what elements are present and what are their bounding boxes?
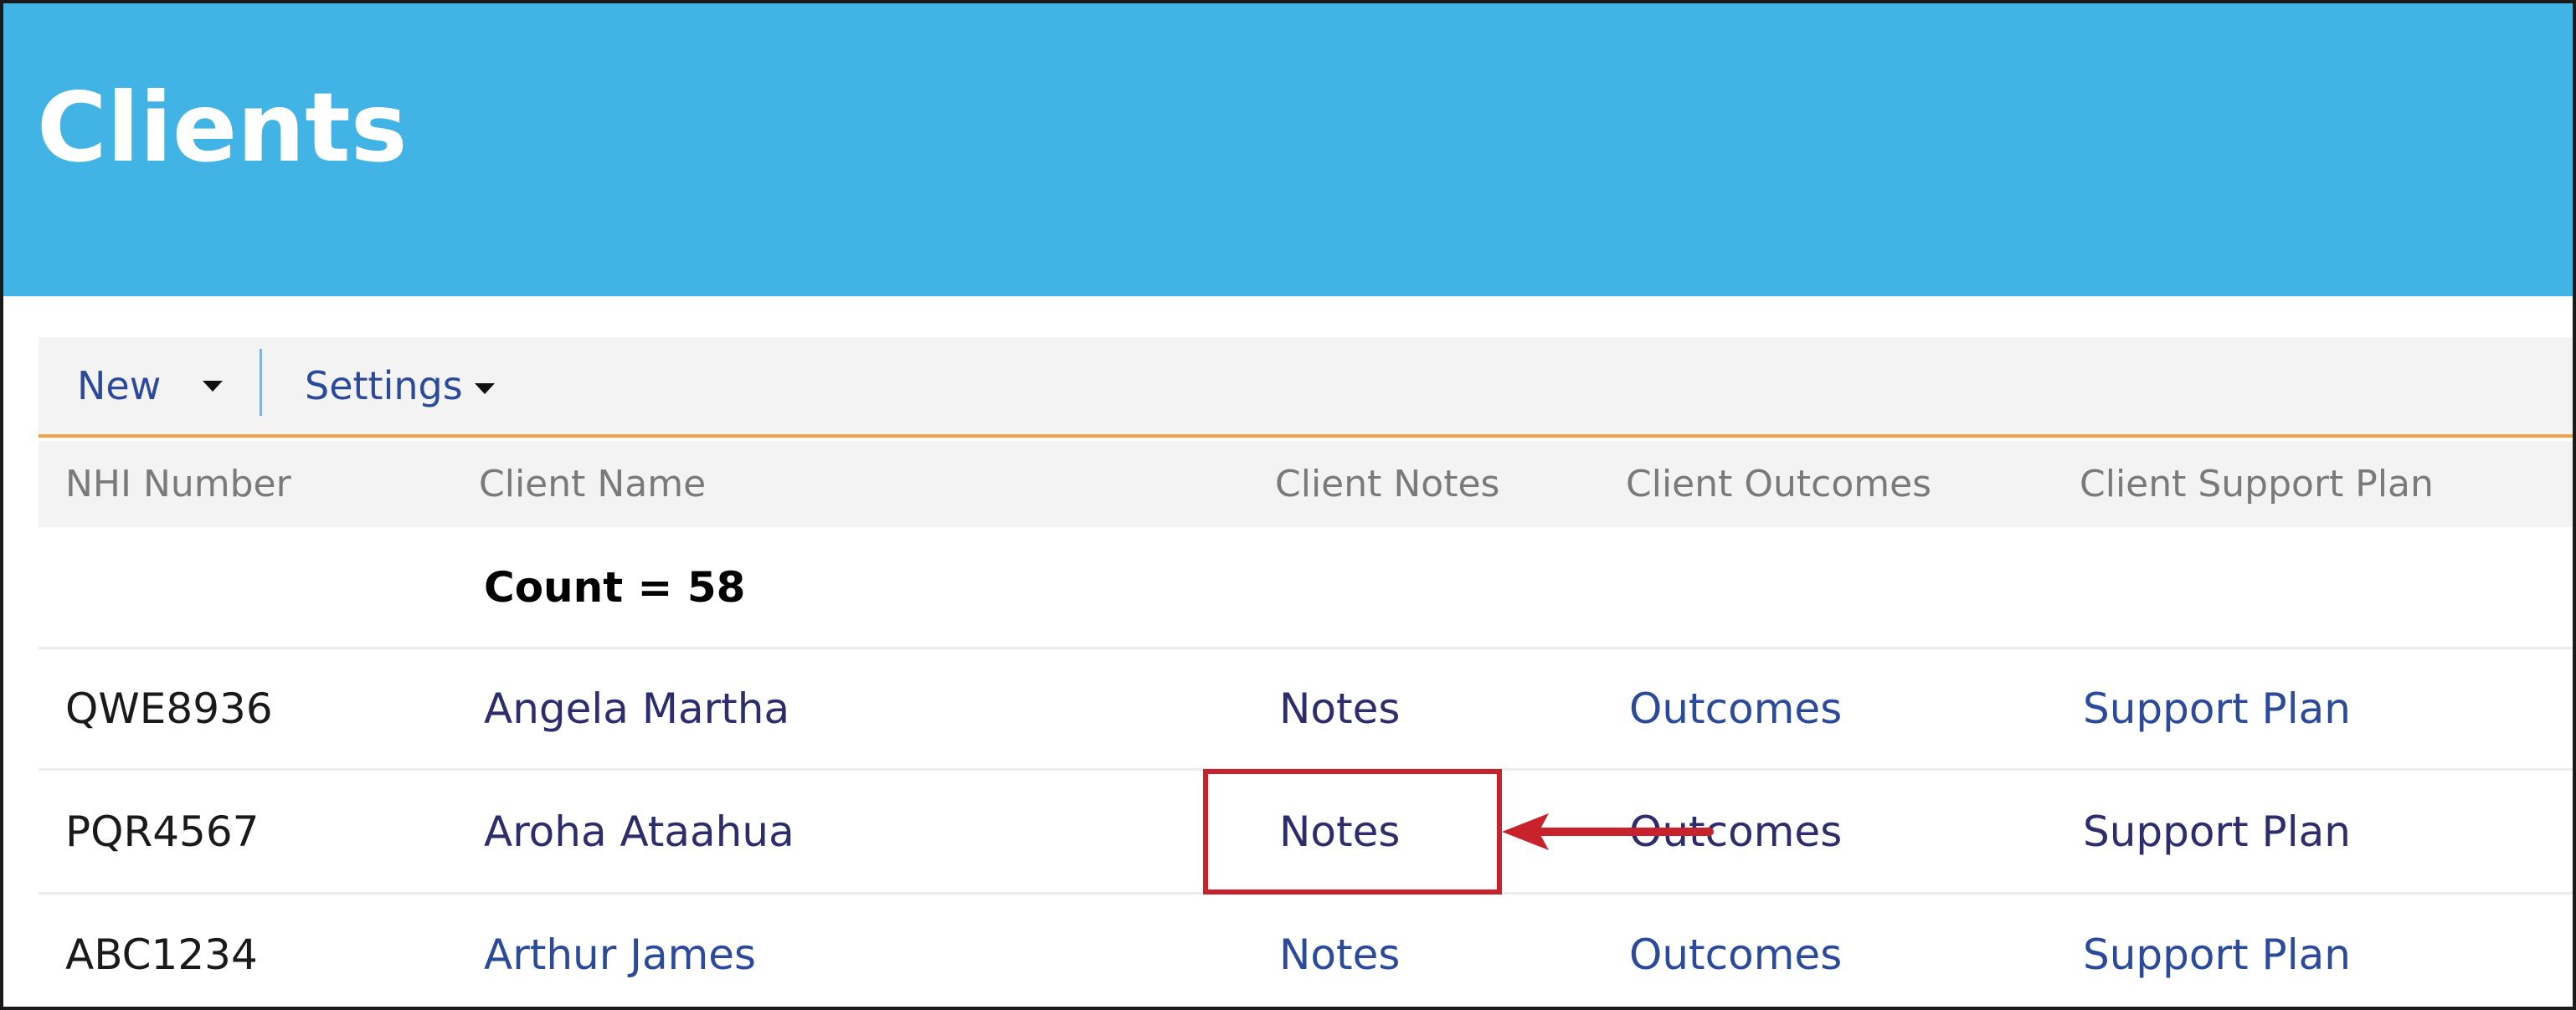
- page-header: Clients: [3, 3, 2573, 296]
- caret-down-icon: [203, 380, 223, 392]
- new-button-label: New: [77, 363, 162, 408]
- notes-link[interactable]: Notes: [1279, 649, 1400, 768]
- client-name-link[interactable]: Arthur James: [484, 895, 756, 1007]
- notes-link[interactable]: Notes: [1279, 895, 1400, 1007]
- support-plan-link[interactable]: Support Plan: [2083, 649, 2351, 768]
- column-header-row: NHI Number Client Name Client Notes Clie…: [39, 441, 2573, 527]
- column-header-client-name[interactable]: Client Name: [479, 441, 706, 527]
- new-dropdown-button[interactable]: [203, 337, 223, 434]
- outcomes-link[interactable]: Outcomes: [1629, 649, 1842, 768]
- new-button[interactable]: New: [77, 337, 161, 434]
- settings-button-label: Settings: [305, 363, 463, 408]
- client-name-link[interactable]: Aroha Ataahua: [484, 771, 794, 892]
- settings-menu-button[interactable]: Settings: [305, 337, 495, 434]
- outcomes-link[interactable]: Outcomes: [1629, 771, 1842, 892]
- nhi-number-cell: PQR4567: [65, 807, 260, 856]
- table-row: QWE8936 Angela Martha Notes Outcomes Sup…: [39, 649, 2573, 771]
- count-row: Count = 58: [39, 527, 2573, 649]
- outcomes-link[interactable]: Outcomes: [1629, 895, 1842, 1007]
- caret-down-icon: [474, 382, 495, 394]
- app-window: Clients New Settings NHI Number Client N…: [0, 0, 2576, 1010]
- toolbar-divider: [260, 349, 262, 416]
- notes-link[interactable]: Notes: [1279, 771, 1400, 892]
- count-label: Count = 58: [484, 527, 745, 647]
- client-name-link[interactable]: Angela Martha: [484, 649, 789, 768]
- nhi-number-cell: QWE8936: [65, 684, 273, 733]
- page-title: Clients: [37, 72, 408, 183]
- toolbar: New Settings: [39, 337, 2573, 438]
- count-text: Count = 58: [484, 562, 746, 612]
- table-row: ABC1234 Arthur James Notes Outcomes Supp…: [39, 895, 2573, 1007]
- support-plan-link[interactable]: Support Plan: [2083, 771, 2351, 892]
- nhi-number-cell: ABC1234: [65, 930, 258, 979]
- column-header-client-outcomes[interactable]: Client Outcomes: [1626, 441, 1931, 527]
- column-header-client-support-plan[interactable]: Client Support Plan: [2080, 441, 2434, 527]
- column-header-nhi-number[interactable]: NHI Number: [65, 441, 291, 527]
- column-header-client-notes[interactable]: Client Notes: [1275, 441, 1499, 527]
- table-row: PQR4567 Aroha Ataahua Notes Outcomes Sup…: [39, 771, 2573, 895]
- support-plan-link[interactable]: Support Plan: [2083, 895, 2351, 1007]
